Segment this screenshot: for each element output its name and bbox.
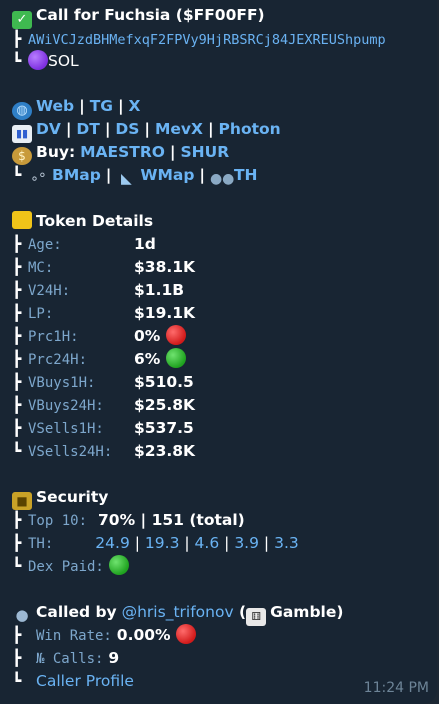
call-title-row: ✓ Call for Fuchsia ($FF00FF)	[12, 4, 265, 29]
detail-row-prc24h: ┣ Prc24H: 6%	[12, 348, 186, 371]
links-row-4: ┗ ∘° BMap | ◣ WMap | ●●TH	[12, 166, 258, 187]
call-title: Call for Fuchsia ($FF00FF)	[36, 6, 265, 24]
link-th[interactable]: TH	[234, 166, 258, 184]
th-value-5[interactable]: 3.3	[274, 534, 299, 552]
red-circle-icon	[175, 624, 196, 644]
links-row-2: ▮▮ DV | DT | DS | MevX | Photon	[12, 118, 281, 143]
green-circle-icon	[108, 555, 129, 575]
links-row-1: ◍ Web | TG | X	[12, 95, 141, 120]
link-photon[interactable]: Photon	[219, 120, 281, 138]
red-circle-icon	[165, 325, 186, 345]
tree-end: ┗	[12, 166, 22, 184]
security-row-th: ┣ TH: 24.9 | 19.3 | 4.6 | 3.9 | 3.3	[12, 534, 299, 552]
security-title: Security	[36, 488, 109, 506]
link-shur[interactable]: SHUR	[181, 143, 230, 161]
dice-icon: ⚅	[246, 608, 267, 626]
link-mevx[interactable]: MevX	[155, 120, 203, 138]
th-value-4[interactable]: 3.9	[234, 534, 259, 552]
green-circle-icon	[165, 348, 186, 368]
token-details-header: Token Details	[12, 210, 153, 232]
money-bag-icon: $	[12, 147, 32, 165]
detail-row-prc1h: ┣ Prc1H: 0%	[12, 325, 186, 348]
caller-tag: Gamble	[270, 603, 337, 621]
tree-branch: ┣	[12, 30, 22, 48]
detail-row-age: ┣ Age: 1d	[12, 235, 156, 253]
check-icon: ✓	[12, 11, 32, 29]
caller-winrate-row: ┣ Win Rate: 0.00%	[12, 624, 196, 647]
user-icon: ●	[15, 606, 29, 624]
caller-handle[interactable]: @hris_trifonov	[122, 603, 234, 621]
detail-row-mc: ┣ MC: $38.1K	[12, 258, 196, 276]
link-bmap[interactable]: BMap	[52, 166, 101, 184]
message-timestamp: 11:24 PM	[363, 680, 429, 696]
detail-row-v24h: ┣ V24H: $1.1B	[12, 281, 185, 299]
tree-end: ┗	[12, 52, 22, 70]
security-row-dex-paid: ┗ Dex Paid:	[12, 555, 129, 578]
link-web[interactable]: Web	[36, 97, 74, 115]
detail-row-vsells24h: ┗ VSells24H: $23.8K	[12, 442, 196, 460]
contract-address[interactable]: AWiVCJzdBHMefxqF2FPVy9HjRBSRCj84JEXREUSh…	[28, 32, 386, 48]
links-row-3: $ Buy: MAESTRO | SHUR	[12, 141, 229, 165]
caller-profile-row: ┗ Caller Profile	[12, 672, 134, 690]
detail-row-lp: ┣ LP: $19.1K	[12, 304, 196, 322]
caller-row: ● Called by @hris_trifonov (⚅ Gamble)	[12, 601, 343, 626]
detail-row-vbuys24h: ┣ VBuys24H: $25.8K	[12, 396, 196, 414]
chain-name: SOL	[48, 52, 79, 70]
link-tg[interactable]: TG	[90, 97, 113, 115]
whale-icon: ◣	[120, 171, 132, 187]
detail-row-vsells1h: ┣ VSells1H: $537.5	[12, 419, 194, 437]
th-value-3[interactable]: 4.6	[195, 534, 220, 552]
caller-calls-row: ┣ № Calls: 9	[12, 649, 120, 667]
link-maestro[interactable]: MAESTRO	[80, 143, 165, 161]
caller-profile-link[interactable]: Caller Profile	[36, 672, 134, 690]
link-dv[interactable]: DV	[36, 120, 61, 138]
link-ds[interactable]: DS	[115, 120, 139, 138]
buy-label: Buy:	[36, 143, 76, 161]
detail-row-vbuys1h: ┣ VBuys1H: $510.5	[12, 373, 194, 391]
token-details-title: Token Details	[36, 212, 154, 230]
link-dt[interactable]: DT	[76, 120, 99, 138]
contract-row: ┣ AWiVCJzdBHMefxqF2FPVy9HjRBSRCj84JEXREUS…	[12, 28, 386, 51]
security-header: ■ Security	[12, 486, 108, 510]
th-value-2[interactable]: 19.3	[145, 534, 180, 552]
link-wmap[interactable]: WMap	[140, 166, 194, 184]
th-value-1[interactable]: 24.9	[95, 534, 130, 552]
sol-icon	[28, 50, 48, 70]
users-icon: ●●	[209, 171, 235, 187]
link-x[interactable]: X	[129, 97, 141, 115]
lock-icon: ■	[12, 492, 32, 510]
ledger-icon	[12, 211, 32, 229]
chain-row: ┗ SOL	[12, 50, 79, 72]
security-row-top10: ┣ Top 10: 70% | 151 (total)	[12, 511, 245, 529]
bubbles-icon: ∘°	[30, 171, 46, 187]
